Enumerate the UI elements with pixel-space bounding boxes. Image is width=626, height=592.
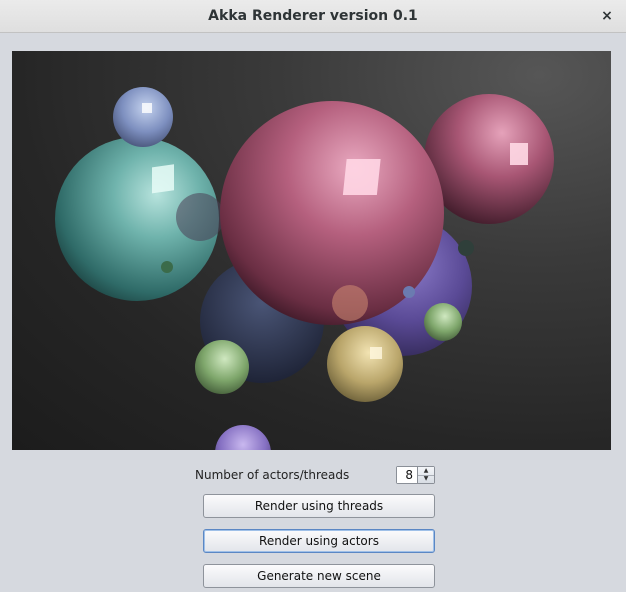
spinner-up-icon[interactable]: ▲ — [418, 467, 434, 475]
app-window: Akka Renderer version 0.1 × Number of ac… — [0, 0, 626, 592]
actors-threads-label: Number of actors/threads — [195, 468, 350, 482]
actors-count-value[interactable]: 8 — [397, 467, 417, 483]
title-bar[interactable]: Akka Renderer version 0.1 × — [0, 0, 626, 33]
rendered-scene-image — [55, 87, 554, 450]
actors-count-spinner[interactable]: 8 ▲ ▼ — [396, 466, 435, 484]
generate-scene-button[interactable]: Generate new scene — [203, 564, 435, 588]
close-icon[interactable]: × — [596, 5, 618, 27]
spinner-down-icon[interactable]: ▼ — [418, 474, 434, 484]
render-actors-button[interactable]: Render using actors — [203, 529, 435, 553]
spinner-arrows: ▲ ▼ — [417, 467, 434, 483]
render-canvas — [12, 51, 611, 450]
render-threads-button[interactable]: Render using threads — [203, 494, 435, 518]
window-title: Akka Renderer version 0.1 — [208, 8, 418, 24]
